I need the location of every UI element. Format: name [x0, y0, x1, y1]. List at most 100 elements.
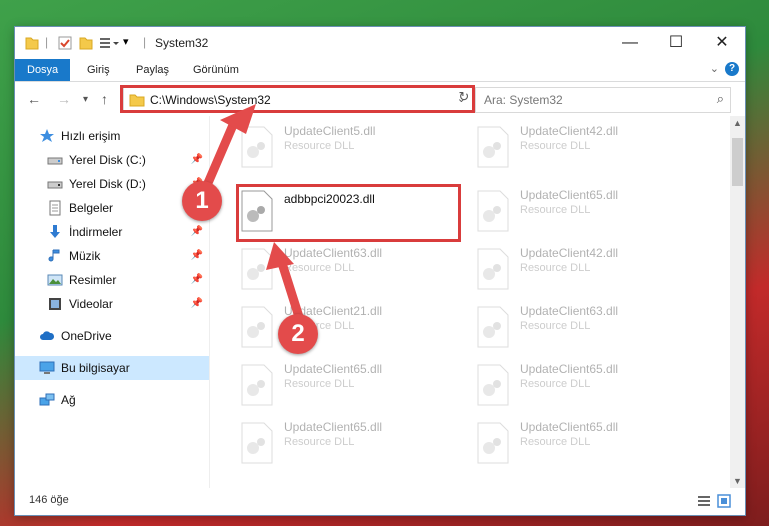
- file-description: Resource DLL: [520, 436, 591, 448]
- address-highlight-box: [120, 85, 475, 113]
- file-item[interactable]: UpdateClient63.dll Resource DLL: [472, 302, 702, 360]
- dll-file-icon: [477, 248, 509, 290]
- file-description: Resource DLL: [520, 262, 591, 274]
- tab-paylas[interactable]: Paylaş: [136, 59, 169, 81]
- file-item[interactable]: UpdateClient65.dll Resource DLL: [472, 418, 702, 476]
- dll-file-icon: [477, 190, 509, 232]
- file-item[interactable]: UpdateClient21.dll Resource DLL: [236, 302, 466, 360]
- sidebar-item-label: Ağ: [61, 393, 76, 407]
- window-title: System32: [155, 36, 209, 50]
- ribbon-collapse-icon[interactable]: ⌄: [710, 62, 719, 75]
- dll-file-icon: [241, 248, 273, 290]
- sidebar-item-downloads[interactable]: İndirmeler 📌: [15, 220, 209, 244]
- sidebar-item-label: Hızlı erişim: [61, 129, 121, 143]
- sidebar-item-videos[interactable]: Videolar 📌: [15, 292, 209, 316]
- large-icons-view-icon[interactable]: [717, 494, 731, 508]
- computer-icon: [39, 361, 55, 374]
- status-bar: 146 öğe: [15, 488, 745, 515]
- file-item[interactable]: UpdateClient65.dll Resource DLL: [472, 186, 702, 244]
- sidebar-item-label: Resimler: [69, 273, 117, 287]
- file-item[interactable]: UpdateClient65.dll Resource DLL: [236, 360, 466, 418]
- file-description: Resource DLL: [284, 140, 355, 152]
- sidebar-item-label: Yerel Disk (C:): [69, 153, 146, 167]
- sidebar-item-disk-c[interactable]: Yerel Disk (C:) 📌: [15, 148, 209, 172]
- forward-arrow-icon[interactable]: →: [57, 91, 71, 107]
- vertical-scrollbar[interactable]: ▲ ▼: [730, 116, 745, 488]
- tab-dosya[interactable]: Dosya: [15, 59, 71, 81]
- customize-quick-access-icon[interactable]: [99, 35, 121, 51]
- new-folder-icon[interactable]: [79, 35, 93, 51]
- sidebar-item-documents[interactable]: Belgeler 📌: [15, 196, 209, 220]
- file-list: UpdateClient5.dll Resource DLL UpdateCli…: [210, 116, 730, 488]
- search-box[interactable]: Ara: System32 ⌕: [475, 87, 731, 113]
- file-description: Resource DLL: [284, 436, 355, 448]
- file-item[interactable]: UpdateClient42.dll Resource DLL: [472, 122, 702, 180]
- maximize-button[interactable]: ☐: [653, 27, 699, 59]
- target-file-highlight: [236, 184, 461, 242]
- sidebar-item-pictures[interactable]: Resimler 📌: [15, 268, 209, 292]
- dll-file-icon: [241, 306, 273, 348]
- scroll-down-icon[interactable]: ▼: [730, 476, 745, 486]
- close-button[interactable]: ✕: [699, 27, 745, 59]
- sidebar-item-quick-access[interactable]: Hızlı erişim: [15, 124, 209, 148]
- drive-icon: [47, 157, 63, 165]
- scroll-up-icon[interactable]: ▲: [730, 118, 745, 128]
- sidebar-item-disk-d[interactable]: Yerel Disk (D:) 📌: [15, 172, 209, 196]
- ribbon-tabs: Dosya Giriş Paylaş Görünüm ⌄ ?: [15, 59, 745, 82]
- music-icon: [48, 249, 60, 262]
- help-icon[interactable]: ?: [725, 62, 739, 76]
- cloud-icon: [40, 331, 55, 340]
- file-description: Resource DLL: [284, 378, 355, 390]
- file-name: UpdateClient42.dll: [520, 246, 619, 260]
- up-arrow-icon[interactable]: ↑: [101, 91, 108, 107]
- file-item[interactable]: UpdateClient65.dll Resource DLL: [236, 418, 466, 476]
- pin-icon[interactable]: 📌: [191, 220, 203, 244]
- file-name: UpdateClient65.dll: [520, 362, 619, 376]
- dll-file-icon: [477, 306, 509, 348]
- sidebar-item-music[interactable]: Müzik 📌: [15, 244, 209, 268]
- quick-access-dropdown-icon[interactable]: ▾: [123, 35, 129, 51]
- pin-icon[interactable]: 📌: [191, 292, 203, 316]
- file-description: Resource DLL: [520, 320, 591, 332]
- scrollbar-thumb[interactable]: [732, 138, 743, 186]
- minimize-button[interactable]: —: [607, 27, 653, 59]
- details-view-icon[interactable]: [697, 494, 711, 508]
- tab-gorunum[interactable]: Görünüm: [193, 59, 239, 81]
- document-icon: [49, 200, 61, 216]
- file-item[interactable]: UpdateClient65.dll Resource DLL: [472, 360, 702, 418]
- navigation-pane: Hızlı erişim Yerel Disk (C:) 📌 Yerel Dis…: [15, 116, 210, 488]
- file-name: UpdateClient5.dll: [284, 124, 376, 138]
- search-placeholder: Ara: System32: [484, 93, 563, 107]
- step2-badge: 2: [278, 314, 318, 354]
- back-arrow-icon[interactable]: ←: [27, 91, 41, 107]
- separator: |: [143, 35, 147, 49]
- download-icon: [50, 225, 60, 238]
- sidebar-item-network[interactable]: Ağ: [15, 388, 209, 412]
- pin-icon[interactable]: 📌: [191, 268, 203, 292]
- dll-file-icon: [477, 422, 509, 464]
- recent-locations-icon[interactable]: ▾: [83, 94, 88, 105]
- star-icon: [40, 129, 54, 142]
- pin-icon[interactable]: 📌: [191, 244, 203, 268]
- file-description: Resource DLL: [520, 378, 591, 390]
- file-item[interactable]: UpdateClient63.dll Resource DLL: [236, 244, 466, 302]
- properties-icon[interactable]: [57, 35, 73, 51]
- pictures-icon: [47, 274, 63, 286]
- sidebar-item-label: Müzik: [69, 249, 101, 263]
- file-description: Resource DLL: [520, 140, 591, 152]
- dll-file-icon: [241, 364, 273, 406]
- sidebar-item-label: İndirmeler: [69, 225, 123, 239]
- file-item[interactable]: UpdateClient5.dll Resource DLL: [236, 122, 466, 180]
- sidebar-item-this-pc[interactable]: Bu bilgisayar: [15, 356, 209, 380]
- pin-icon[interactable]: 📌: [191, 148, 203, 172]
- sidebar-item-onedrive[interactable]: OneDrive: [15, 324, 209, 348]
- step1-badge: 1: [182, 181, 222, 221]
- tab-giris[interactable]: Giriş: [87, 59, 110, 81]
- item-count: 146 öğe: [29, 494, 69, 506]
- video-icon: [49, 298, 61, 310]
- folder-icon: [25, 37, 39, 50]
- network-icon: [39, 393, 55, 406]
- file-item[interactable]: UpdateClient42.dll Resource DLL: [472, 244, 702, 302]
- sidebar-item-label: Belgeler: [69, 201, 114, 215]
- file-name: UpdateClient63.dll: [284, 246, 383, 260]
